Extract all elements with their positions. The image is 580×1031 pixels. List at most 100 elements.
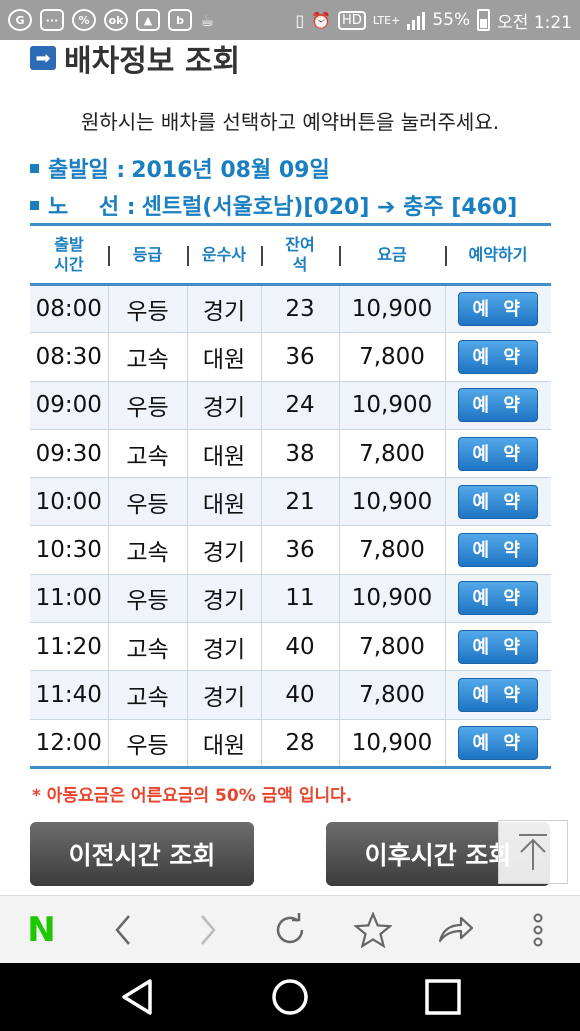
cell-grade: 고속 xyxy=(107,670,187,720)
status-system-icons: ▯ ⏰ HD LTE+ 55% 오전 1:21 xyxy=(295,8,572,33)
system-navigation-bar xyxy=(0,963,580,1031)
share-button[interactable] xyxy=(431,905,481,955)
battery-icon xyxy=(477,9,491,31)
cell-seats: 24 xyxy=(260,381,339,430)
forward-button[interactable] xyxy=(182,905,232,955)
cell-grade: 우등 xyxy=(107,381,187,430)
arrow-right-icon: ➡ xyxy=(30,46,56,70)
cell-reserve: 예 약 xyxy=(444,477,551,527)
cell-time: 11:00 xyxy=(30,574,108,624)
reserve-button[interactable]: 예 약 xyxy=(458,533,539,568)
more-menu-button[interactable] xyxy=(513,905,563,955)
reserve-button[interactable]: 예 약 xyxy=(458,725,539,760)
home-circle-icon xyxy=(272,979,308,1015)
cell-reserve: 예 약 xyxy=(444,622,551,672)
table-row: 11:40 고속 경기 40 7,800 예 약 xyxy=(30,670,551,720)
cell-grade: 우등 xyxy=(107,574,187,624)
bullet-icon xyxy=(30,200,39,210)
scroll-to-top-button[interactable] xyxy=(498,820,568,884)
header-reserve: 예약하기 xyxy=(445,223,551,286)
system-back-button[interactable] xyxy=(107,967,167,1027)
recent-apps-square-icon xyxy=(425,979,462,1015)
cell-fare: 10,900 xyxy=(338,381,445,430)
forward-icon xyxy=(201,914,216,945)
cell-grade: 고속 xyxy=(107,429,187,479)
cell-time: 08:30 xyxy=(30,332,108,382)
message-icon: ··· xyxy=(40,9,64,31)
battery-percent: 55% xyxy=(432,10,471,30)
arrow-up-icon xyxy=(519,834,547,870)
status-bar: G ··· % ok ▲ b ☕ ▯ ⏰ HD LTE+ 55% 오전 1:21 xyxy=(0,0,580,40)
reserve-button[interactable]: 예 약 xyxy=(458,629,539,664)
cell-seats: 36 xyxy=(260,332,339,382)
table-row: 08:30 고속 대원 36 7,800 예 약 xyxy=(30,332,551,382)
browser-toolbar: N xyxy=(0,895,580,963)
cell-company: 경기 xyxy=(186,284,261,334)
reserve-button[interactable]: 예 약 xyxy=(458,678,539,713)
cell-reserve: 예 약 xyxy=(444,381,551,430)
cell-reserve: 예 약 xyxy=(444,284,551,334)
page-title: 배차정보 조회 xyxy=(64,44,241,79)
cell-company: 대원 xyxy=(186,429,261,479)
cell-reserve: 예 약 xyxy=(444,332,551,382)
back-button[interactable] xyxy=(99,905,149,955)
header-departure-time: 출발 시간 xyxy=(30,223,108,286)
cell-grade: 고속 xyxy=(107,332,187,382)
cell-time: 10:30 xyxy=(30,525,108,575)
header-fare: 요금 xyxy=(339,223,445,286)
cell-reserve: 예 약 xyxy=(444,719,551,769)
cell-seats: 38 xyxy=(260,429,339,479)
header-company: 운수사 xyxy=(187,223,261,286)
cell-seats: 40 xyxy=(260,622,339,672)
bookmark-button[interactable] xyxy=(348,905,398,955)
reserve-button[interactable]: 예 약 xyxy=(458,339,539,374)
route-info: 노 선 : 센트럴(서울호남)[020] ➔ 충주 [460] xyxy=(30,189,517,221)
child-fare-note: * 아동요금은 어른요금의 50% 금액 입니다. xyxy=(32,786,353,806)
reserve-button[interactable]: 예 약 xyxy=(458,388,539,423)
alarm-icon: ⏰ xyxy=(311,10,332,30)
cell-grade: 우등 xyxy=(107,284,187,334)
clock: 오전 1:21 xyxy=(497,12,572,33)
cell-seats: 23 xyxy=(260,284,339,334)
cell-company: 경기 xyxy=(186,670,261,720)
header-grade: 등급 xyxy=(108,223,187,286)
prev-time-button[interactable]: 이전시간 조회 xyxy=(30,822,254,886)
cell-time: 12:00 xyxy=(30,719,108,769)
table-row: 10:30 고속 경기 36 7,800 예 약 xyxy=(30,525,551,575)
route-label: 노 선 : xyxy=(48,195,136,220)
reserve-button[interactable]: 예 약 xyxy=(458,581,539,616)
band-icon: b xyxy=(168,9,192,31)
cell-company: 대원 xyxy=(186,332,261,382)
cell-fare: 7,800 xyxy=(338,429,445,479)
naver-home-button[interactable]: N xyxy=(16,905,66,955)
refresh-button[interactable] xyxy=(265,905,315,955)
cell-fare: 10,900 xyxy=(338,719,445,769)
instruction-text: 원하시는 배차를 선택하고 예약버튼을 눌러주세요. xyxy=(80,110,500,134)
cell-company: 대원 xyxy=(186,477,261,527)
cell-fare: 7,800 xyxy=(338,525,445,575)
cell-reserve: 예 약 xyxy=(444,574,551,624)
cell-time: 09:00 xyxy=(30,381,108,430)
reserve-button[interactable]: 예 약 xyxy=(458,484,539,519)
section-header: ➡ 배차정보 조회 xyxy=(30,40,240,80)
cell-fare: 7,800 xyxy=(338,670,445,720)
cell-time: 11:20 xyxy=(30,622,108,672)
table-row: 08:00 우등 경기 23 10,900 예 약 xyxy=(30,284,551,334)
percent-icon: % xyxy=(72,9,96,31)
status-notification-icons: G ··· % ok ▲ b ☕ xyxy=(8,9,214,31)
system-home-button[interactable] xyxy=(260,967,320,1027)
cup-icon: ☕ xyxy=(200,10,215,30)
cell-time: 10:00 xyxy=(30,477,108,527)
cell-grade: 고속 xyxy=(107,622,187,672)
reserve-button[interactable]: 예 약 xyxy=(458,292,539,327)
route-value: 센트럴(서울호남)[020] ➔ 충주 [460] xyxy=(141,195,518,220)
table-row: 09:30 고속 대원 38 7,800 예 약 xyxy=(30,429,551,479)
reserve-button[interactable]: 예 약 xyxy=(458,436,539,471)
cell-seats: 28 xyxy=(260,719,339,769)
header-remaining-seats: 잔여 석 xyxy=(261,223,339,286)
system-recent-apps-button[interactable] xyxy=(413,967,473,1027)
cell-grade: 우등 xyxy=(107,719,187,769)
refresh-icon xyxy=(276,912,304,943)
table-body: 08:00 우등 경기 23 10,900 예 약 08:30 고속 대원 36… xyxy=(30,284,551,769)
cell-reserve: 예 약 xyxy=(444,525,551,575)
